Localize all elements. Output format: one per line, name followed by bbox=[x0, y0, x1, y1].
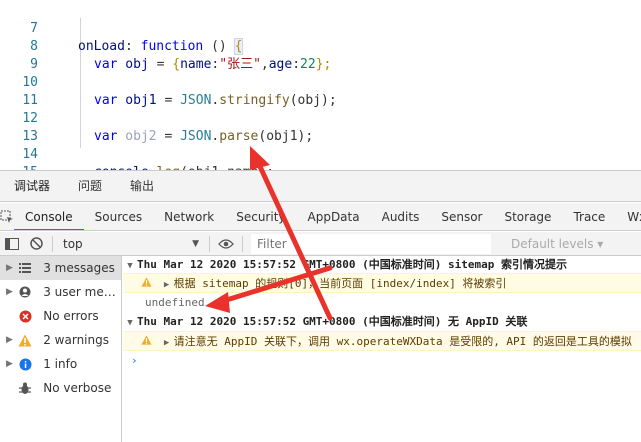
console-sidebar: ▶ 3 messages ▶ 3 user mess… No errors ▶ … bbox=[0, 256, 122, 442]
tab-storage[interactable]: Storage bbox=[493, 203, 562, 230]
caret-right-icon: ▶ bbox=[6, 359, 13, 369]
bug-icon bbox=[18, 380, 34, 396]
console-prompt[interactable]: › bbox=[123, 352, 641, 370]
log-group-title: Thu Mar 12 2020 15:57:52 GMT+0800 (中国标准时… bbox=[137, 258, 568, 271]
code-line-11: 11 bbox=[0, 74, 641, 108]
code-line-10: 10 var obj1 = JSON.stringify(obj); bbox=[0, 56, 641, 108]
code-line-14: 14 console.log(obj1.name); bbox=[0, 128, 641, 180]
code-line-15: 15 }, bbox=[0, 146, 641, 199]
log-warning-row[interactable]: ▶ 根据 sitemap 的规则[0]，当前页面 [index/index] 将被… bbox=[123, 273, 641, 293]
caret-down-icon: ▼ bbox=[127, 261, 133, 271]
sidebar-item-label: 3 messages bbox=[43, 261, 115, 275]
sidebar-item-info[interactable]: ▶ 1 info bbox=[0, 352, 121, 376]
chevron-down-icon: ▼ bbox=[192, 238, 199, 249]
tab-debugger[interactable]: 调试器 bbox=[0, 171, 64, 201]
tab-security[interactable]: Security bbox=[225, 203, 296, 230]
code-line-13: 13 bbox=[0, 110, 641, 144]
sidebar-item-label: 3 user mess… bbox=[43, 285, 121, 299]
caret-right-icon: ▶ bbox=[163, 280, 170, 290]
log-message: 根据 sitemap 的规则[0]，当前页面 [index/index] 将被索… bbox=[173, 277, 507, 290]
tab-sources[interactable]: Sources bbox=[84, 203, 153, 230]
clear-console-icon[interactable] bbox=[24, 232, 48, 256]
devtools-tool-tabs: Console Sources Network Security AppData… bbox=[0, 203, 641, 231]
error-icon bbox=[18, 308, 34, 324]
tab-appdata[interactable]: AppData bbox=[297, 203, 371, 230]
toggle-sidebar-icon[interactable] bbox=[0, 232, 24, 256]
tab-sensor[interactable]: Sensor bbox=[430, 203, 493, 230]
sidebar-item-label: 2 warnings bbox=[43, 333, 109, 347]
warning-icon bbox=[141, 332, 153, 350]
code-line-7: 7 onLoad: function () { bbox=[0, 2, 641, 55]
code-line-9: 9 bbox=[0, 38, 641, 72]
caret-right-icon: ▶ bbox=[6, 287, 13, 297]
tab-problems[interactable]: 问题 bbox=[64, 171, 116, 201]
eye-icon[interactable] bbox=[214, 232, 238, 256]
log-group-header[interactable]: ▼ Thu Mar 12 2020 15:57:52 GMT+0800 (中国标准… bbox=[123, 314, 641, 330]
info-icon bbox=[18, 356, 34, 372]
caret-right-icon: ▶ bbox=[6, 335, 13, 345]
warning-icon bbox=[141, 274, 153, 292]
toolbar-divider bbox=[209, 235, 210, 252]
code-editor[interactable]: 7 onLoad: function () { 8 var obj = {nam… bbox=[0, 0, 641, 199]
tab-trace[interactable]: Trace bbox=[562, 203, 616, 230]
sidebar-item-label: No errors bbox=[43, 309, 99, 323]
devtools-panel-tabs: 调试器 问题 输出 bbox=[0, 170, 641, 202]
user-icon bbox=[18, 284, 34, 300]
log-warning-row[interactable]: ▶ 请注意无 AppID 关联下，调用 wx.operateWXData 是受限的… bbox=[123, 331, 641, 351]
tab-network[interactable]: Network bbox=[153, 203, 225, 230]
sidebar-item-label: 1 info bbox=[43, 357, 78, 371]
toolbar-divider bbox=[52, 235, 53, 252]
tab-console[interactable]: Console bbox=[14, 203, 84, 230]
sidebar-item-user-messages[interactable]: ▶ 3 user mess… bbox=[0, 280, 121, 304]
filter-input[interactable] bbox=[251, 233, 491, 254]
sidebar-item-label: No verbose bbox=[43, 381, 112, 395]
log-output-row: undefined bbox=[145, 296, 205, 309]
toolbar-divider bbox=[242, 235, 243, 252]
log-group-header[interactable]: ▼ Thu Mar 12 2020 15:57:52 GMT+0800 (中国标准… bbox=[123, 257, 641, 273]
console-log[interactable]: ▼ Thu Mar 12 2020 15:57:52 GMT+0800 (中国标准… bbox=[123, 256, 641, 442]
caret-right-icon: ▶ bbox=[6, 263, 13, 273]
log-levels-dropdown[interactable]: Default levels ▾ bbox=[511, 237, 603, 251]
context-selector[interactable]: top ▼ bbox=[57, 237, 205, 251]
context-value: top bbox=[63, 236, 83, 251]
sidebar-item-warnings[interactable]: ▶ 2 warnings bbox=[0, 328, 121, 352]
warning-icon bbox=[18, 332, 34, 348]
tab-audits[interactable]: Audits bbox=[371, 203, 431, 230]
inspect-element-icon[interactable] bbox=[0, 203, 14, 230]
code-line-12: 12 var obj2 = JSON.parse(obj1); bbox=[0, 92, 641, 144]
caret-right-icon: ▶ bbox=[163, 338, 170, 348]
sidebar-item-verbose[interactable]: No verbose bbox=[0, 376, 121, 400]
tab-output[interactable]: 输出 bbox=[116, 171, 168, 201]
sidebar-item-errors[interactable]: No errors bbox=[0, 304, 121, 328]
console-toolbar: top ▼ Default levels ▾ bbox=[0, 232, 641, 256]
tab-wxml[interactable]: Wxm bbox=[616, 203, 641, 230]
sidebar-item-messages[interactable]: ▶ 3 messages bbox=[0, 256, 121, 280]
log-group-title: Thu Mar 12 2020 15:57:52 GMT+0800 (中国标准时… bbox=[137, 315, 528, 328]
list-icon bbox=[18, 260, 34, 276]
log-message: 请注意无 AppID 关联下，调用 wx.operateWXData 是受限的,… bbox=[173, 335, 632, 348]
caret-down-icon: ▼ bbox=[127, 318, 133, 328]
code-line-8: 8 var obj = {name:"张三",age:22}; bbox=[0, 20, 641, 72]
